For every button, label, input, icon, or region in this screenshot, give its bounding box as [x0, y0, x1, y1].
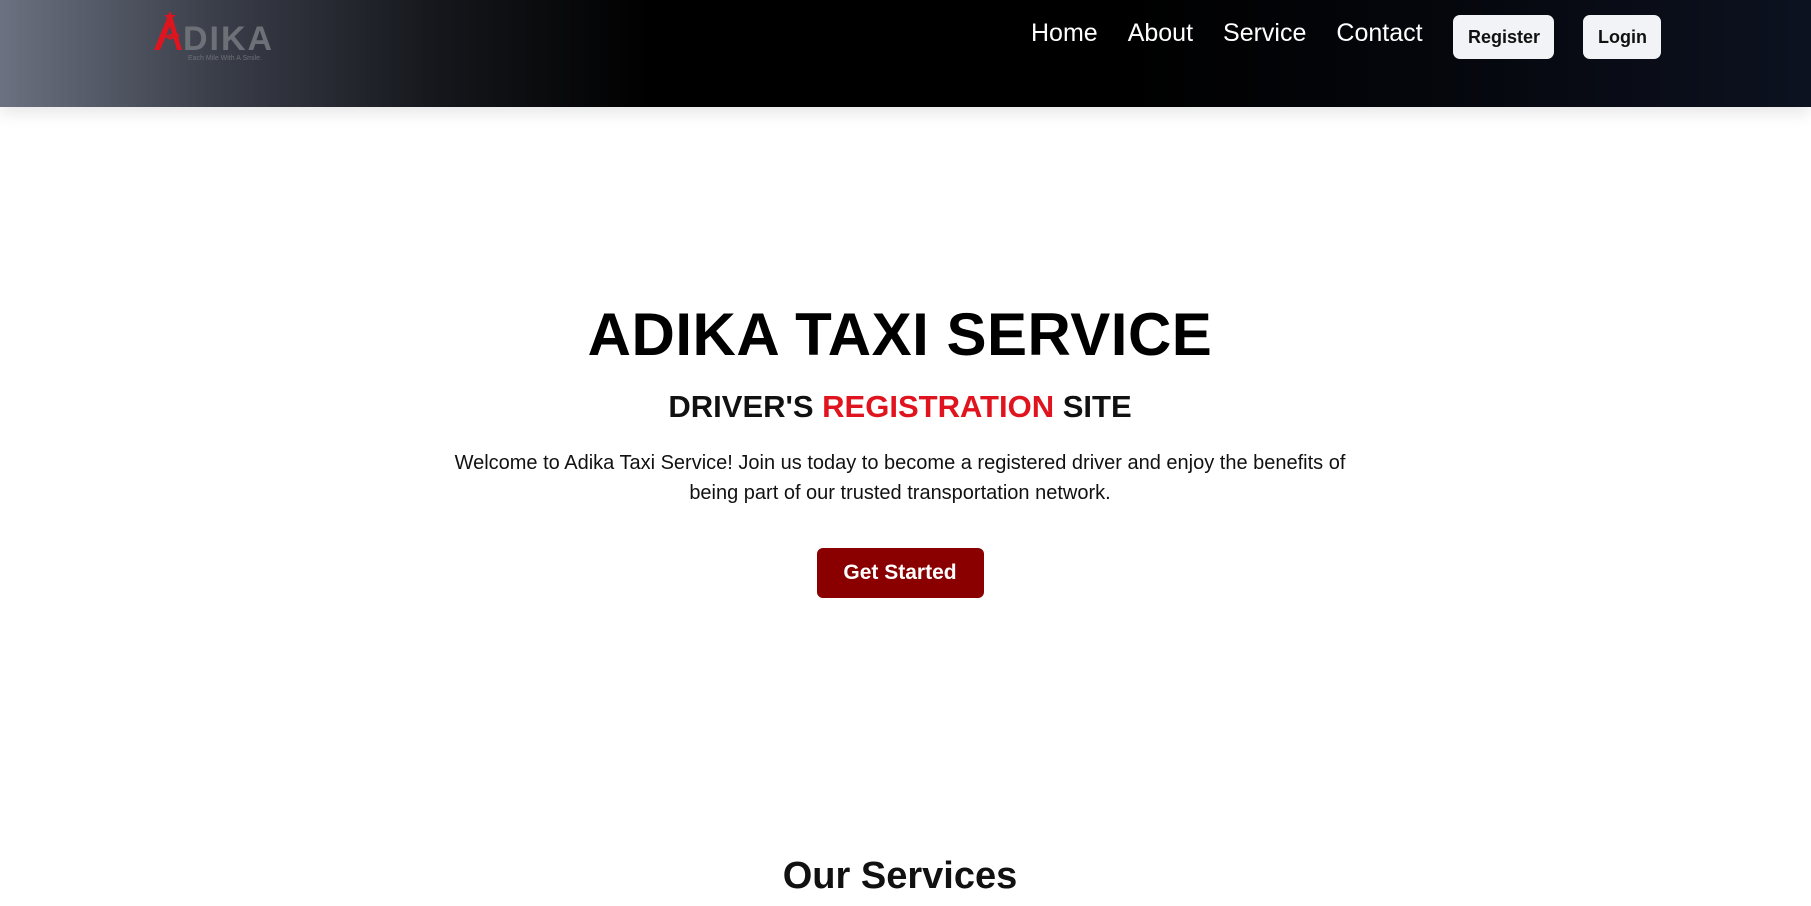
services-title: Our Services — [782, 855, 1018, 897]
hero-section: ADIKA TAXI SERVICE DRIVER'S REGISTRATION… — [0, 300, 1800, 598]
subtitle-suffix: SITE — [1054, 389, 1132, 424]
adika-logo-icon: DIKA Each Mile With A Smile. — [154, 11, 274, 62]
svg-text:DIKA: DIKA — [183, 20, 274, 58]
main-nav: Home About Service Contact — [1031, 17, 1423, 49]
nav-service[interactable]: Service — [1223, 17, 1306, 49]
hero-title: ADIKA TAXI SERVICE — [587, 301, 1213, 368]
nav-home[interactable]: Home — [1031, 17, 1098, 49]
navbar: DIKA Each Mile With A Smile. Home About … — [0, 0, 1811, 107]
register-button[interactable]: Register — [1453, 15, 1554, 59]
subtitle-prefix: DRIVER'S — [668, 389, 823, 424]
nav-about[interactable]: About — [1128, 17, 1193, 49]
subtitle-accent: REGISTRATION — [822, 389, 1055, 424]
hero-subtitle: DRIVER'S REGISTRATION SITE — [0, 388, 1800, 426]
hero-description: Welcome to Adika Taxi Service! Join us t… — [454, 452, 1346, 504]
nav-contact[interactable]: Contact — [1336, 17, 1422, 49]
adika-logo[interactable]: DIKA Each Mile With A Smile. — [150, 10, 285, 62]
get-started-button[interactable]: Get Started — [816, 548, 984, 598]
login-button[interactable]: Login — [1583, 15, 1661, 59]
svg-text:Each Mile With A Smile.: Each Mile With A Smile. — [188, 55, 262, 62]
